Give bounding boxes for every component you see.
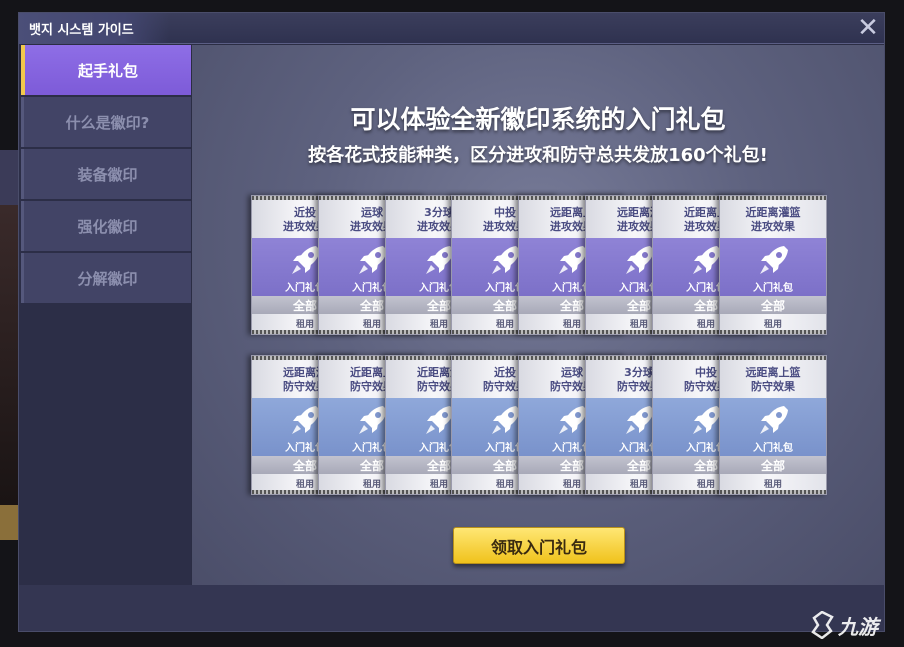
sidebar-item-equip-badge[interactable]: 装备徽印 bbox=[21, 149, 191, 199]
background-strip bbox=[0, 205, 18, 505]
card-effect-type: 防守效果 bbox=[751, 380, 795, 393]
background-strip bbox=[0, 150, 18, 210]
attack-pack-card[interactable]: 近距离灌篮 进攻效果入门礼包全部租用 bbox=[719, 195, 827, 335]
title-bar: 뱃지 시스템 가이드 ✕ bbox=[19, 13, 884, 44]
sidebar-item-starter-pack[interactable]: 起手礼包 bbox=[21, 45, 191, 95]
card-skill-name: 近距离灌篮 bbox=[745, 206, 801, 219]
jiuyou-logo-icon bbox=[811, 611, 834, 639]
dialog-title: 뱃지 시스템 가이드 bbox=[29, 23, 134, 38]
card-title: 近距离灌篮 进攻效果 bbox=[720, 206, 826, 234]
card-all-label: 全部 bbox=[760, 459, 785, 473]
card-rent-label: 租用 bbox=[763, 480, 782, 490]
main-content: 可以体验全新徽印系统的入门礼包 按各花式技能种类，区分进攻和防守总共发放160个… bbox=[192, 45, 884, 585]
background-strip bbox=[0, 505, 18, 540]
rocket-icon bbox=[760, 246, 788, 274]
sidebar-item-label: 强化徽印 bbox=[77, 217, 138, 236]
card-all-label: 全部 bbox=[760, 299, 785, 313]
card-rent-label: 租用 bbox=[763, 320, 782, 330]
watermark-text: 九游 bbox=[838, 614, 878, 639]
sidebar-item-what-is-badge[interactable]: 什么是徽印? bbox=[21, 97, 191, 147]
attack-pack-row: 近投 进攻效果 入门礼包 全部 租用 运球 进攻效果 入门礼包 全部 租用 3分球 进攻效果 入门礼包全… bbox=[251, 195, 827, 335]
sidebar-item-label: 分解徽印 bbox=[77, 269, 138, 288]
sidebar-item-label: 什么是徽印? bbox=[65, 113, 150, 132]
rocket-icon bbox=[760, 406, 788, 434]
card-band: 入门礼包 bbox=[720, 398, 826, 456]
claim-starter-pack-button[interactable]: 领取入门礼包 bbox=[453, 527, 625, 564]
defense-pack-row: 远距离灌 防守效果 入门礼包 全部 租用 近距离上 防守效果 入门礼包 全部 租用 近距离灌 防守效果… bbox=[251, 355, 827, 495]
card-effect-type: 进攻效果 bbox=[751, 220, 795, 233]
page-subline: 按各花式技能种类，区分进攻和防守总共发放160个礼包! bbox=[308, 145, 768, 166]
card-kit-label: 入门礼包 bbox=[753, 283, 793, 294]
close-button[interactable]: ✕ bbox=[856, 15, 880, 41]
watermark: 九游 bbox=[810, 609, 900, 641]
sidebar-item-label: 起手礼包 bbox=[77, 61, 138, 80]
card-all-bar: 全部 bbox=[720, 296, 826, 314]
card-band: 入门礼包 bbox=[720, 238, 826, 296]
card-kit-label: 入门礼包 bbox=[753, 443, 793, 454]
card-skill-name: 远距离上篮 bbox=[745, 366, 801, 379]
guide-dialog: 뱃지 시스템 가이드 ✕ 起手礼包 什么是徽印? 装备徽印 强化徽印 分解徽印 … bbox=[18, 12, 885, 632]
sidebar-item-dismantle-badge[interactable]: 分解徽印 bbox=[21, 253, 191, 303]
defense-pack-card[interactable]: 远距离上篮 防守效果入门礼包全部租用 bbox=[719, 355, 827, 495]
close-icon: ✕ bbox=[857, 13, 879, 43]
page-headline: 可以体验全新徽印系统的入门礼包 bbox=[350, 105, 726, 134]
sidebar-item-upgrade-badge[interactable]: 强化徽印 bbox=[21, 201, 191, 251]
sidebar: 起手礼包 什么是徽印? 装备徽印 强化徽印 分解徽印 bbox=[19, 45, 191, 585]
card-title: 远距离上篮 防守效果 bbox=[720, 366, 826, 394]
sidebar-item-label: 装备徽印 bbox=[77, 165, 138, 184]
card-all-bar: 全部 bbox=[720, 456, 826, 474]
bottom-bar bbox=[19, 585, 884, 631]
